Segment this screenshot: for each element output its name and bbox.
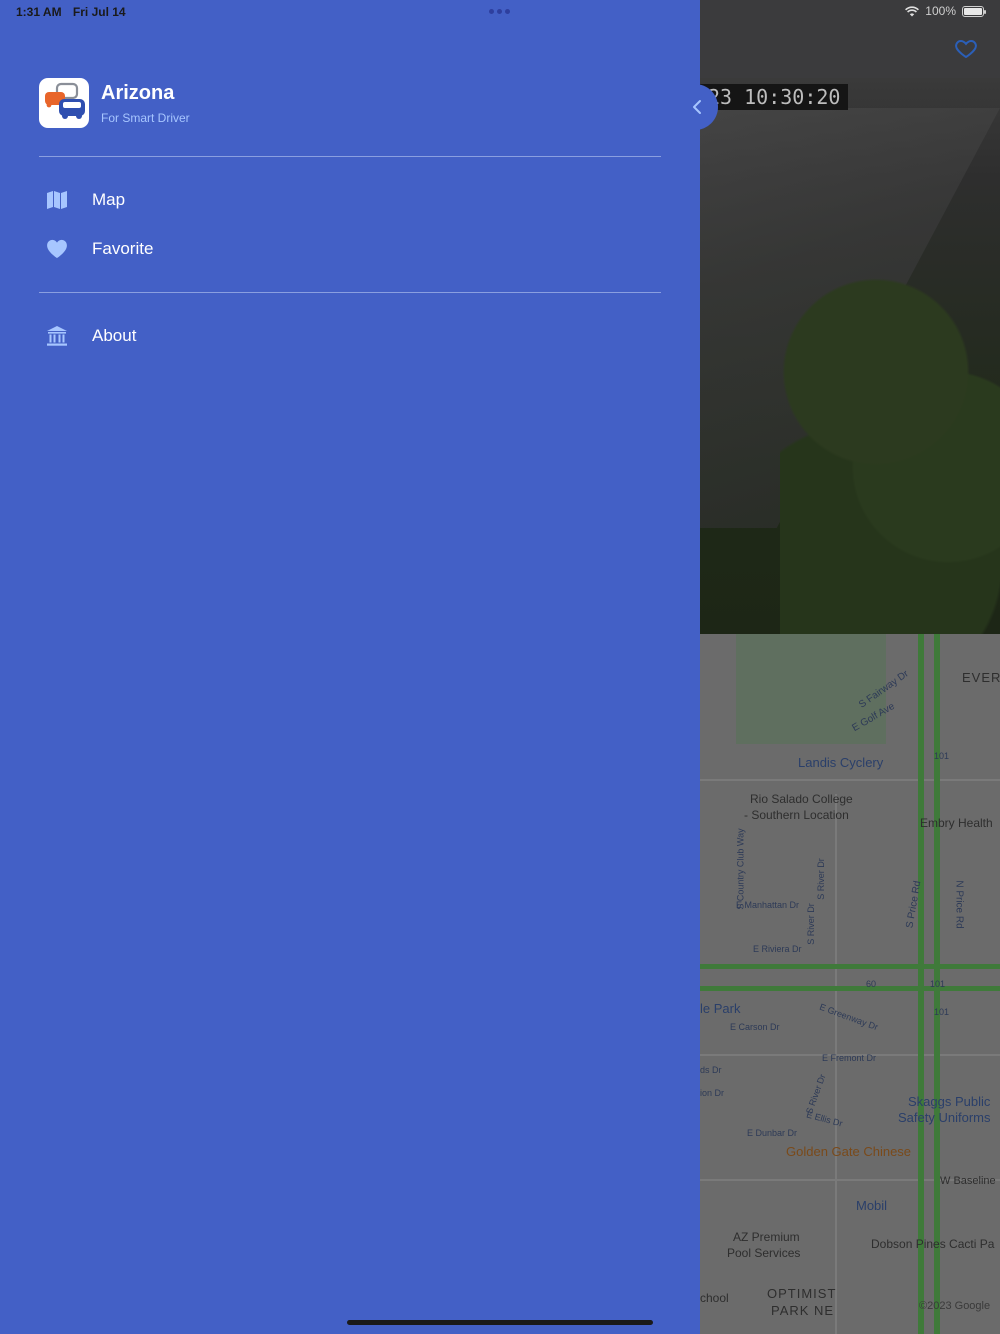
- map-label: S River Dr: [805, 903, 816, 945]
- app-logo-icon: [39, 78, 89, 128]
- bank-icon: [39, 322, 75, 350]
- map-label: E Riviera Dr: [753, 944, 802, 954]
- map-label: ion Dr: [700, 1088, 725, 1098]
- menu-label: Map: [92, 190, 126, 209]
- status-date: Fri Jul 14: [72, 5, 126, 19]
- menu-item-map[interactable]: Map: [39, 180, 661, 220]
- map-poi-label[interactable]: Pool Services: [727, 1246, 800, 1260]
- map-label: E Ellis Dr: [805, 1109, 844, 1129]
- map-label: E Manhattan Dr: [736, 900, 800, 910]
- map-poi-label[interactable]: chool: [700, 1291, 729, 1305]
- side-drawer: Arizona For Smart Driver Map Favorite Ab…: [0, 0, 700, 1334]
- app-subtitle: For Smart Driver: [101, 111, 190, 125]
- map-street: [700, 779, 1000, 781]
- map-highway: [918, 634, 924, 1334]
- map-label: W Baseline: [940, 1175, 996, 1187]
- camera-timestamp: 23 10:30:20: [700, 84, 849, 110]
- map-label: ds Dr: [700, 1065, 722, 1075]
- divider: [39, 156, 661, 157]
- menu-item-favorite[interactable]: Favorite: [39, 229, 661, 269]
- map-poi-label[interactable]: Dobson Pines Cacti Pa: [871, 1237, 994, 1251]
- map-poi-label[interactable]: le Park: [700, 1001, 740, 1016]
- map-label: PARK NE: [771, 1303, 835, 1318]
- menu-label: About: [92, 326, 137, 345]
- heart-icon: [39, 235, 75, 263]
- map-label: EVER: [962, 670, 1000, 685]
- home-indicator[interactable]: [347, 1320, 653, 1325]
- status-bar-right: 100%: [905, 4, 986, 18]
- battery-percentage: 100%: [925, 4, 956, 18]
- camera-trees: [780, 258, 1000, 634]
- map-icon: [39, 186, 75, 214]
- map-poi-label[interactable]: Rio Salado College: [750, 792, 853, 806]
- map-poi-label[interactable]: - Southern Location: [744, 808, 849, 822]
- wifi-icon: [905, 5, 920, 16]
- map-label: E Greenway Dr: [818, 1001, 880, 1033]
- map-route-label: 60: [866, 979, 877, 989]
- map-poi-label[interactable]: Embry Health: [920, 816, 993, 830]
- menu-item-about[interactable]: About: [39, 316, 661, 356]
- map-label: E Carson Dr: [730, 1022, 780, 1032]
- map-street: [835, 794, 837, 1334]
- divider: [39, 292, 661, 293]
- status-bar-left: 1:31 AM Fri Jul 14: [16, 5, 134, 19]
- battery-icon: [962, 5, 986, 17]
- map-copyright: ©2023 Google: [919, 1300, 991, 1312]
- map-label: S Country Club Way: [735, 828, 746, 910]
- map-poi-label[interactable]: Mobil: [856, 1198, 887, 1213]
- map-highway: [700, 964, 1000, 969]
- map-label: OPTIMIST: [767, 1286, 837, 1301]
- map-poi-label[interactable]: AZ Premium: [733, 1230, 800, 1244]
- map-label: S River Dr: [815, 858, 826, 900]
- multitasking-dots-icon[interactable]: [489, 9, 510, 14]
- map-label: N Price Rd: [953, 880, 965, 929]
- map-route-label: 101: [934, 751, 950, 761]
- map-label: E Fremont Dr: [822, 1053, 877, 1063]
- favorite-heart-icon[interactable]: [954, 36, 978, 60]
- app-title: Arizona: [101, 82, 175, 104]
- map-poi-label[interactable]: Safety Uniforms: [898, 1110, 990, 1125]
- map-label: E Dunbar Dr: [747, 1128, 798, 1138]
- map-route-label: 101: [930, 979, 946, 989]
- map-route-label: 101: [934, 1007, 950, 1017]
- map-poi-label[interactable]: Golden Gate Chinese: [786, 1144, 911, 1159]
- map-poi-label[interactable]: Landis Cyclery: [798, 755, 883, 770]
- map-poi-label[interactable]: Skaggs Public: [908, 1094, 990, 1109]
- chevron-left-icon: [693, 100, 701, 114]
- status-time: 1:31 AM: [16, 5, 62, 19]
- menu-label: Favorite: [92, 239, 154, 258]
- map-highway: [700, 986, 1000, 991]
